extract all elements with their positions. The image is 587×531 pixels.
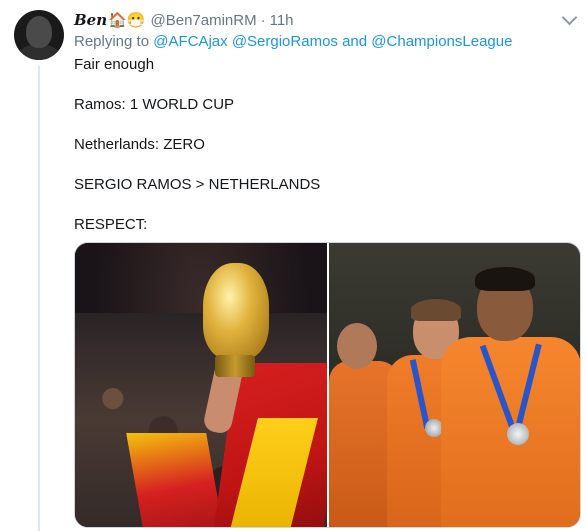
tweet-line-blank xyxy=(74,195,320,215)
thread-line xyxy=(38,66,40,531)
avatar-face-shape xyxy=(26,16,52,48)
tweet[interactable]: Ben 🏠😷 @Ben7aminRM · 11h Replying to @AF… xyxy=(0,0,587,531)
tweet-line: SERGIO RAMOS > NETHERLANDS xyxy=(74,176,321,193)
player-hair-shape xyxy=(474,267,535,291)
trophy-base-shape xyxy=(215,355,255,377)
display-name[interactable]: Ben xyxy=(74,11,107,29)
mention-championsleague[interactable]: @ChampionsLeague xyxy=(371,33,512,50)
media-grid xyxy=(74,242,581,528)
player-head-shape xyxy=(336,323,377,369)
user-handle[interactable]: @Ben7aminRM xyxy=(151,12,257,29)
chevron-down-icon[interactable] xyxy=(561,9,578,26)
reply-conjunction[interactable]: and xyxy=(342,33,367,50)
tweet-line: Fair enough xyxy=(74,56,155,73)
tweet-line: Netherlands: ZERO xyxy=(74,136,205,153)
mention-sergioramos[interactable]: @SergioRamos xyxy=(232,33,338,50)
replying-to-label: Replying to xyxy=(74,33,150,50)
trophy-shape xyxy=(203,263,269,359)
replying-to: Replying to @AFCAjax @SergioRamos and @C… xyxy=(74,33,512,50)
separator-dot: · xyxy=(260,11,266,29)
tweet-header: Ben 🏠😷 @Ben7aminRM · 11h xyxy=(74,9,294,31)
timestamp[interactable]: 11h xyxy=(270,12,294,29)
avatar[interactable] xyxy=(14,10,64,60)
player-hair-shape xyxy=(410,299,461,321)
tweet-text: Fair enough Ramos: 1 WORLD CUP Netherlan… xyxy=(74,55,320,235)
tweet-line: RESPECT: xyxy=(74,216,148,233)
tweet-line: Ramos: 1 WORLD CUP xyxy=(74,96,235,113)
medal-shape xyxy=(424,419,443,437)
tweet-line-blank xyxy=(74,115,320,135)
tweet-line-blank xyxy=(74,75,320,95)
name-emojis: 🏠😷 xyxy=(108,12,146,29)
medal-shape xyxy=(506,423,529,445)
media-image-left[interactable] xyxy=(75,243,327,527)
tweet-line-blank xyxy=(74,155,320,175)
media-image-right[interactable] xyxy=(328,243,580,527)
mention-afcajax[interactable]: @AFCAjax xyxy=(153,33,227,50)
